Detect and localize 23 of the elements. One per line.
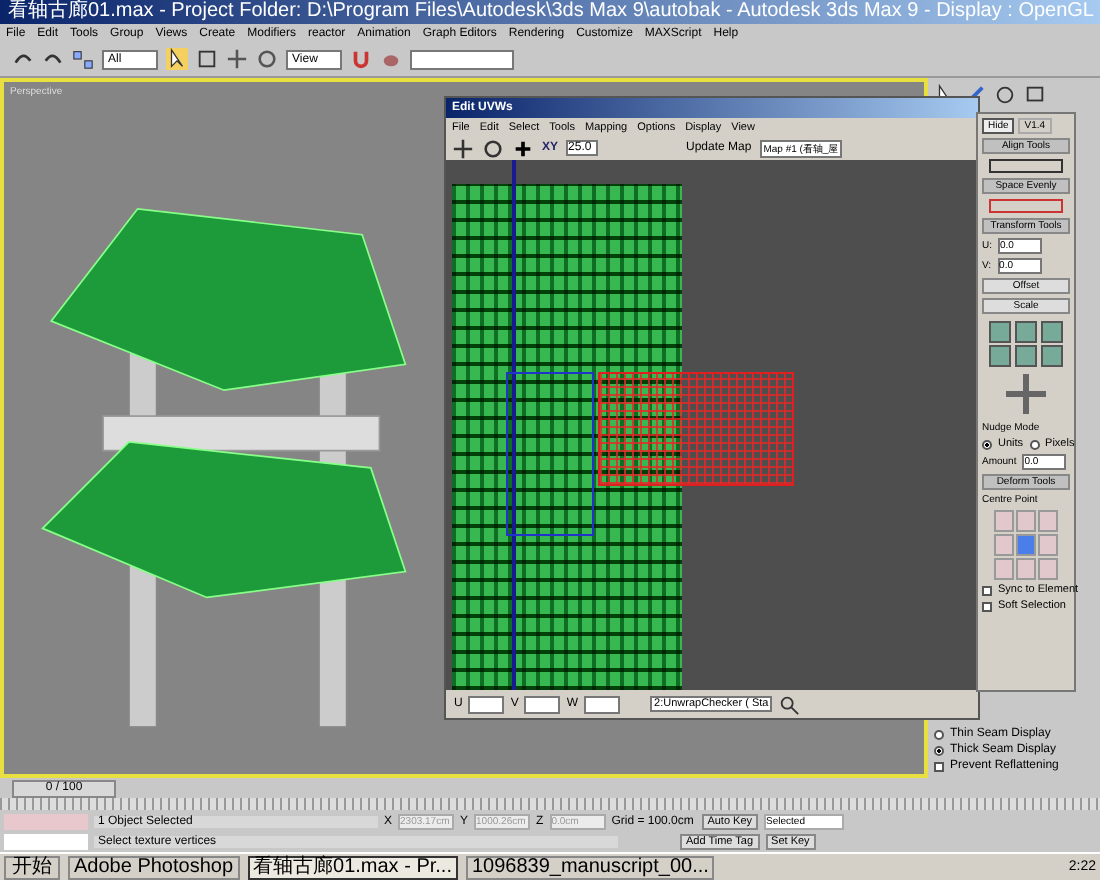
rotate-icon[interactable]: [482, 137, 504, 159]
w-field[interactable]: [584, 695, 621, 713]
timeline-track[interactable]: [0, 798, 1100, 810]
named-selection-dropdown[interactable]: [410, 49, 514, 69]
rectangle-select-icon[interactable]: [196, 48, 218, 70]
uv-canvas[interactable]: [446, 160, 978, 690]
u-field[interactable]: [468, 695, 505, 713]
zoom-icon[interactable]: [778, 693, 801, 715]
move-icon[interactable]: [226, 48, 248, 70]
taskbar-button[interactable]: 看轴古廊01.max - Pr...: [247, 855, 458, 879]
plus-icon[interactable]: [512, 137, 534, 159]
taskbar-button[interactable]: Adobe Photoshop: [68, 855, 240, 879]
taskbar-button[interactable]: 1096839_manuscript_00...: [465, 855, 715, 879]
hierarchy-icon[interactable]: [994, 84, 1016, 106]
v-field[interactable]: [524, 695, 561, 713]
display-icon[interactable]: [1024, 84, 1046, 106]
rotate-icon[interactable]: [256, 48, 278, 70]
listener-field[interactable]: [4, 833, 88, 849]
start-button[interactable]: 开始: [4, 855, 60, 879]
select-cursor-icon[interactable]: [166, 48, 188, 70]
magnet-icon[interactable]: [350, 48, 372, 70]
color-swatch[interactable]: [4, 813, 88, 829]
move-icon[interactable]: [452, 137, 474, 159]
